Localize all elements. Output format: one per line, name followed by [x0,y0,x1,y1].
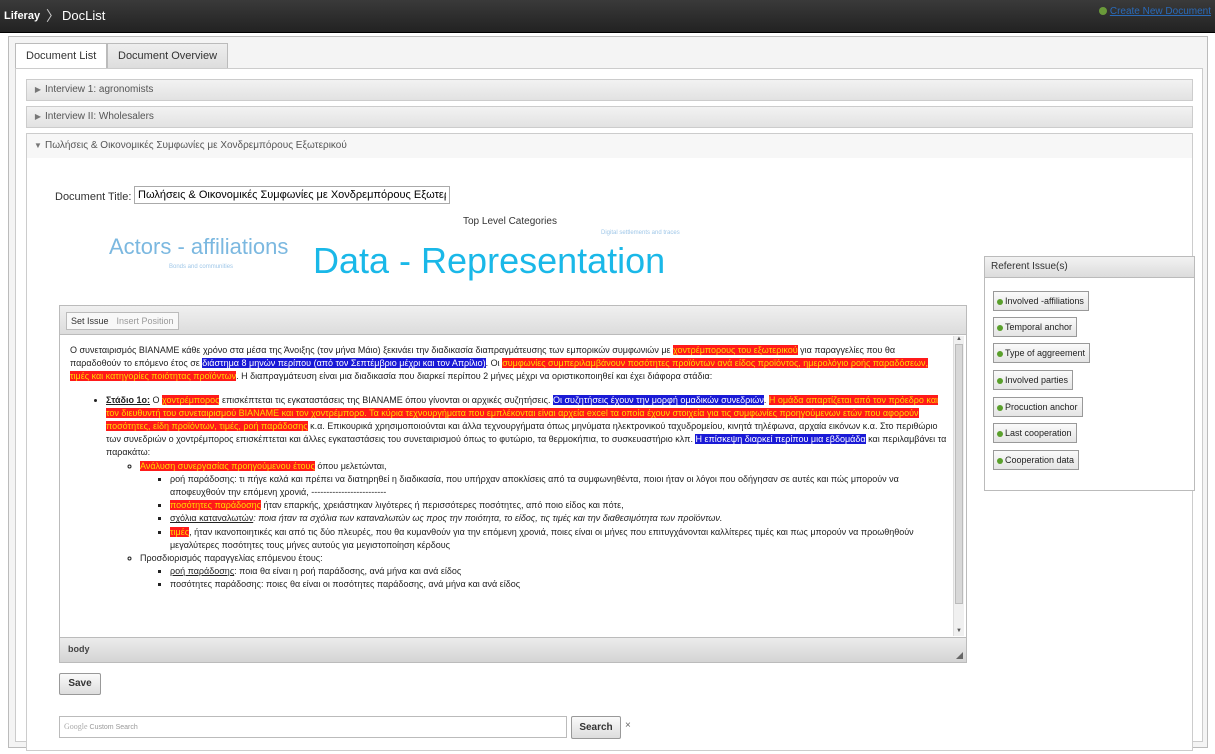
editor-toolbar: Set Issue Insert Position [60,306,966,335]
categories-heading: Top Level Categories [463,216,557,227]
top-bar: Liferay 〉 DocList Create New Document [0,0,1215,33]
issue-button-production-anchor[interactable]: Procuction anchor [993,397,1083,417]
brand-logo[interactable]: Liferay [4,10,40,22]
intro-paragraph: Ο συνεταιρισμός ΒΙΑΝΑΜΕ κάθε χρόνο στα μ… [70,345,929,382]
resize-grip-icon[interactable] [956,652,963,659]
list-item: τιμές, ήταν ικανοποιητικές και από τις δ… [170,526,950,552]
issue-icon [997,404,1003,411]
issue-icon [997,324,1003,331]
clear-search-icon[interactable]: × [625,720,631,731]
search-button[interactable]: Search [571,716,621,739]
list-item: ροή παράδοσης: ποια θα είναι η ροή παράδ… [170,565,950,578]
sub-list: ροή παράδοσης: ποια θα είναι η ροή παράδ… [140,565,950,591]
issue-button-cooperation-data[interactable]: Cooperation data [993,450,1080,470]
issue-icon [997,430,1003,437]
list-item: ποσότητες παράδοσης ήταν επαρκής, χρειάσ… [170,499,950,512]
document-title-input[interactable] [134,186,450,204]
accordion-header-sales[interactable]: ▼ Πωλήσεις & Οικονομικές Συμφωνίες με Χον… [26,133,1193,159]
breadcrumb-separator-icon: 〉 [46,8,60,24]
issue-button-temporal-anchor[interactable]: Temporal anchor [993,317,1078,337]
tag-data-representation[interactable]: Data - Representation [313,240,665,282]
list-item: Στάδιο 1ο: Ο χοντρέμπορος επισκέπτεται τ… [106,394,950,592]
list-item: Ανάλυση συνεργασίας προηγούμενου έτους ό… [140,460,950,552]
search-input[interactable]: Google Custom Search [59,716,567,738]
collapse-arrow-icon: ▼ [34,141,42,150]
scroll-up-icon[interactable]: ▲ [954,336,964,344]
tag-digital-settlements[interactable]: Digital settlements and traces [601,230,680,236]
issue-button-involved-affiliations[interactable]: Involved -affiliations [993,291,1089,311]
editor-button-group: Set Issue Insert Position [66,312,179,330]
save-button[interactable]: Save [59,673,101,695]
referent-issues-panel: Referent Issue(s) Involved -affiliations… [984,256,1195,491]
add-icon [1098,7,1107,16]
list-item: Προσδιορισμός παραγγελίας επόμενου έτους… [140,552,950,592]
scroll-down-icon[interactable]: ▼ [954,628,964,636]
element-path[interactable]: body [68,644,90,654]
tab-document-overview[interactable]: Document Overview [107,43,229,68]
issue-icon [997,298,1003,305]
issue-icon [997,350,1003,357]
insert-position-button[interactable]: Insert Position [113,316,178,326]
create-document-link[interactable]: Create New Document [1098,6,1211,17]
referent-issues-header: Referent Issue(s) [985,257,1194,278]
editor-statusbar: body [60,637,966,662]
accordion-header-interview-1[interactable]: ▶ Interview 1: agronomists [26,79,1193,101]
issue-icon [997,457,1003,464]
issue-button-type-of-agreement[interactable]: Type of aggreement [993,343,1091,363]
editor-scrollbar[interactable]: ▲ ▼ [953,336,964,636]
list-item: ροή παράδοσης: τι πήγε καλά και πρέπει ν… [170,473,950,499]
list-item: σχόλια καταναλωτών: ποια ήταν τα σχόλια … [170,512,950,525]
expand-arrow-icon: ▶ [34,112,42,121]
breadcrumb-doclist[interactable]: DocList [62,8,105,23]
google-custom-search-watermark: Google Custom Search [64,722,138,731]
document-area: Document Title: Top Level Categories Dig… [26,158,1195,751]
issue-icon [997,377,1003,384]
tag-actors-affiliations[interactable]: Actors - affiliations [109,234,288,260]
set-issue-button[interactable]: Set Issue [67,316,113,326]
list-item: ποσότητες παράδοσης: ποιες θα είναι οι π… [170,578,950,591]
editor-content[interactable]: Ο συνεταιρισμός ΒΙΑΝΑΜΕ κάθε χρόνο στα μ… [60,334,950,636]
doclist-portlet: Document List Document Overview ▶ Intervi… [8,36,1208,751]
document-title-label: Document Title: [55,191,132,203]
issue-button-involved-parties[interactable]: Involved parties [993,370,1074,390]
scrollbar-thumb[interactable] [955,344,963,604]
issue-button-last-cooperation[interactable]: Last cooperation [993,423,1077,443]
sub-list: ροή παράδοσης: τι πήγε καλά και πρέπει ν… [140,473,950,552]
tab-document-list[interactable]: Document List [15,43,108,69]
expand-arrow-icon: ▶ [34,85,42,94]
sub-list: Ανάλυση συνεργασίας προηγούμενου έτους ό… [106,460,950,592]
tab-panel: ▶ Interview 1: agronomists ▶ Interview II:… [15,68,1203,751]
accordion-header-interview-2[interactable]: ▶ Interview II: Wholesalers [26,106,1193,128]
rich-text-editor: Set Issue Insert Position Ο συνεταιρισμός… [59,305,967,663]
stage-list: Στάδιο 1ο: Ο χοντρέμπορος επισκέπτεται τ… [60,394,950,592]
tag-bonds-communities[interactable]: Bonds and communities [169,264,233,270]
